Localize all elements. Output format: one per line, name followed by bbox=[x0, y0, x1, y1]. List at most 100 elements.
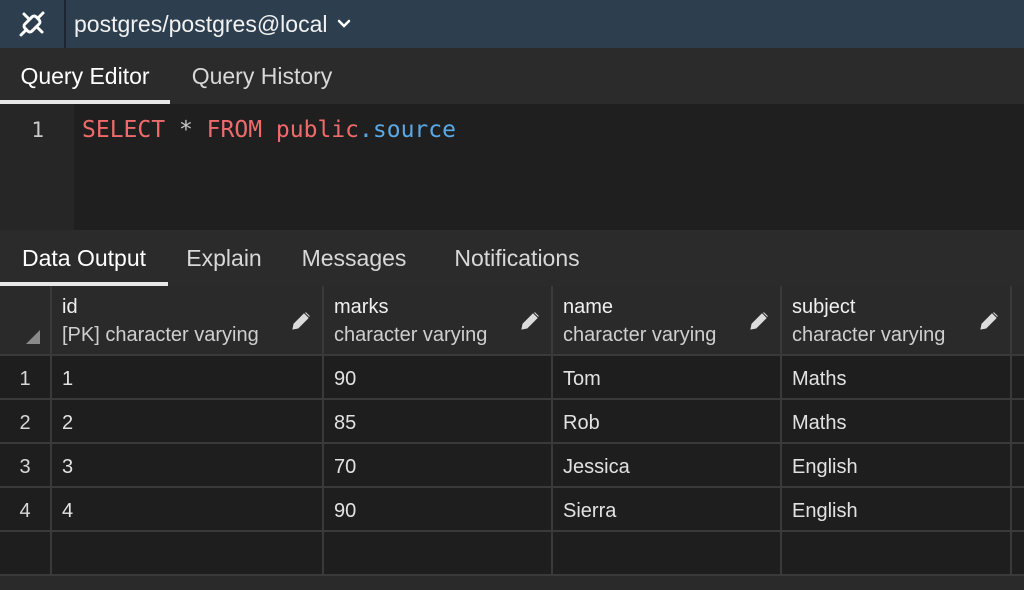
chevron-down-icon bbox=[337, 19, 351, 29]
column-name: name bbox=[563, 296, 614, 318]
column-header-subject[interactable]: subject character varying bbox=[782, 286, 1012, 356]
cell-name[interactable]: Tom bbox=[553, 356, 782, 400]
cell-name[interactable]: Jessica bbox=[553, 444, 782, 488]
cell-value: 2 bbox=[62, 412, 74, 434]
cell-value: 90 bbox=[334, 500, 357, 522]
tab-label: Data Output bbox=[21, 244, 147, 271]
connection-label: postgres/postgres@local bbox=[74, 10, 328, 37]
cell-value: 1 bbox=[62, 368, 74, 390]
empty-row bbox=[0, 532, 1024, 576]
cell-value: English bbox=[792, 500, 858, 522]
cell-id[interactable]: 3 bbox=[52, 444, 324, 488]
cell-value: Tom bbox=[563, 368, 601, 390]
row-number: 3 bbox=[19, 456, 31, 478]
edit-pencil-icon[interactable] bbox=[519, 310, 541, 332]
edit-pencil-icon[interactable] bbox=[290, 310, 312, 332]
row-filler bbox=[1012, 400, 1024, 444]
cell-subject[interactable]: English bbox=[782, 444, 1012, 488]
cell-value: 4 bbox=[62, 500, 74, 522]
tab-data-output[interactable]: Data Output bbox=[0, 230, 168, 286]
cell-marks[interactable]: 70 bbox=[324, 444, 553, 488]
cell-name[interactable]: Rob bbox=[553, 400, 782, 444]
row-number-cell[interactable]: 4 bbox=[0, 488, 52, 532]
cell-subject[interactable]: English bbox=[782, 488, 1012, 532]
cell-subject[interactable]: Maths bbox=[782, 400, 1012, 444]
row-number: 2 bbox=[19, 412, 31, 434]
cell-value: Sierra bbox=[563, 500, 617, 522]
column-type: character varying bbox=[334, 324, 488, 346]
edit-pencil-icon[interactable] bbox=[978, 310, 1000, 332]
code-line[interactable]: SELECT * FROM public.source bbox=[82, 117, 456, 143]
tab-query-history[interactable]: Query History bbox=[170, 48, 354, 104]
connection-icon-button[interactable] bbox=[0, 0, 66, 48]
select-all-corner[interactable] bbox=[0, 286, 52, 356]
row-number-cell[interactable]: 2 bbox=[0, 400, 52, 444]
row-number: 4 bbox=[19, 500, 31, 522]
cell-id[interactable]: 2 bbox=[52, 400, 324, 444]
cell-marks[interactable]: 90 bbox=[324, 488, 553, 532]
row-filler bbox=[1012, 444, 1024, 488]
empty-cell bbox=[553, 532, 782, 576]
cell-value: Jessica bbox=[563, 456, 630, 478]
column-name: id bbox=[62, 296, 78, 318]
empty-cell bbox=[0, 532, 52, 576]
table-name: source bbox=[372, 117, 456, 143]
column-type: character varying bbox=[792, 324, 946, 346]
table-row[interactable]: 4 4 90 Sierra English bbox=[0, 488, 1024, 532]
tab-messages[interactable]: Messages bbox=[280, 230, 428, 286]
column-header-marks[interactable]: marks character varying bbox=[324, 286, 553, 356]
keyword-from: FROM bbox=[206, 117, 263, 143]
tab-explain[interactable]: Explain bbox=[168, 230, 280, 286]
query-editor[interactable]: 1 SELECT * FROM public.source bbox=[0, 104, 1024, 230]
tab-label: Query Editor bbox=[20, 62, 150, 89]
cell-value: Maths bbox=[792, 412, 847, 434]
row-number-cell[interactable]: 3 bbox=[0, 444, 52, 488]
table-row[interactable]: 2 2 85 Rob Maths bbox=[0, 400, 1024, 444]
star-operator: * bbox=[178, 117, 193, 143]
cell-subject[interactable]: Maths bbox=[782, 356, 1012, 400]
tab-label: Explain bbox=[186, 244, 262, 271]
table-row[interactable]: 1 1 90 Tom Maths bbox=[0, 356, 1024, 400]
cell-value: Rob bbox=[563, 412, 600, 434]
row-filler bbox=[1012, 488, 1024, 532]
table-row[interactable]: 3 3 70 Jessica English bbox=[0, 444, 1024, 488]
tab-label: Messages bbox=[301, 244, 407, 271]
row-filler bbox=[1012, 356, 1024, 400]
column-type: character varying bbox=[563, 324, 717, 346]
cell-marks[interactable]: 90 bbox=[324, 356, 553, 400]
edit-pencil-icon[interactable] bbox=[748, 310, 770, 332]
line-gutter: 1 bbox=[0, 104, 74, 230]
keyword-select: SELECT bbox=[82, 117, 166, 143]
line-number: 1 bbox=[31, 118, 44, 142]
connection-plug-icon bbox=[19, 11, 45, 37]
cell-value: Maths bbox=[792, 368, 847, 390]
cell-id[interactable]: 4 bbox=[52, 488, 324, 532]
cell-value: English bbox=[792, 456, 858, 478]
tab-notifications[interactable]: Notifications bbox=[428, 230, 606, 286]
horizontal-scrollbar-track[interactable] bbox=[0, 576, 1024, 590]
dot-separator: . bbox=[359, 117, 373, 143]
row-number-cell[interactable]: 1 bbox=[0, 356, 52, 400]
cell-marks[interactable]: 85 bbox=[324, 400, 553, 444]
connection-bar: postgres/postgres@local bbox=[0, 0, 1024, 48]
row-number: 1 bbox=[19, 368, 31, 390]
column-header-name[interactable]: name character varying bbox=[553, 286, 782, 356]
output-tabs: Data Output Explain Messages Notificatio… bbox=[0, 230, 1024, 286]
schema-name: public bbox=[275, 117, 360, 143]
tab-label: Query History bbox=[191, 62, 333, 89]
cell-id[interactable]: 1 bbox=[52, 356, 324, 400]
cell-name[interactable]: Sierra bbox=[553, 488, 782, 532]
column-type: [PK] character varying bbox=[62, 324, 259, 346]
empty-cell bbox=[782, 532, 1012, 576]
connection-selector[interactable]: postgres/postgres@local bbox=[74, 11, 351, 38]
column-header-id[interactable]: id [PK] character varying bbox=[52, 286, 324, 356]
corner-triangle-icon bbox=[26, 330, 40, 344]
editor-tabs: Query Editor Query History bbox=[0, 48, 1024, 104]
header-filler bbox=[1012, 286, 1024, 356]
cell-value: 85 bbox=[334, 412, 357, 434]
grid-header-row: id [PK] character varying marks characte… bbox=[0, 286, 1024, 356]
empty-cell bbox=[324, 532, 553, 576]
tab-query-editor[interactable]: Query Editor bbox=[0, 48, 170, 104]
column-name: subject bbox=[792, 296, 856, 318]
row-filler bbox=[1012, 532, 1024, 576]
